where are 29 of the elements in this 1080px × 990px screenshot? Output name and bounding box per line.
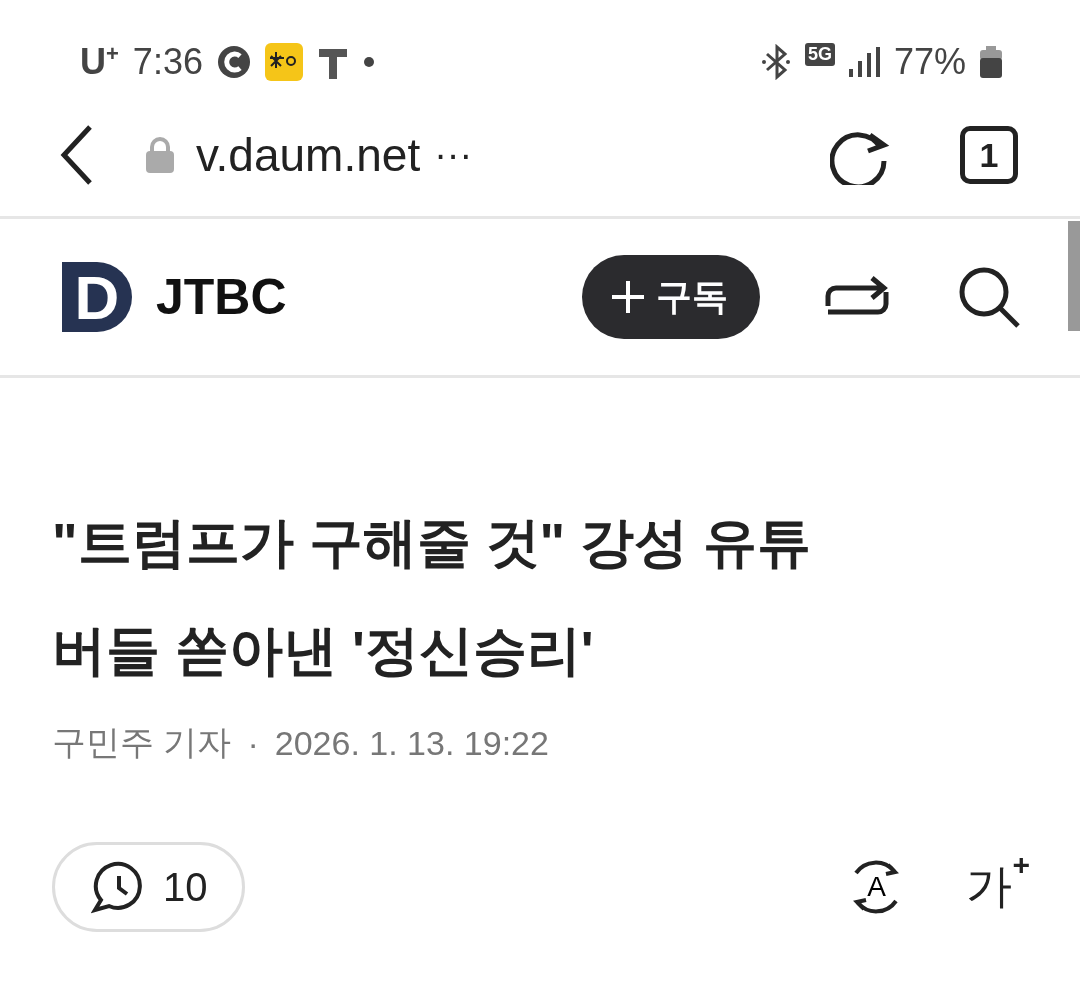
comment-button[interactable]: 10 <box>52 842 245 932</box>
back-icon[interactable] <box>58 123 94 187</box>
comment-clock-icon <box>91 860 145 914</box>
signal-icon <box>848 47 880 77</box>
clock-time: 7:36 <box>132 41 203 83</box>
site-logo[interactable]: D <box>62 262 132 332</box>
more-text[interactable]: ··· <box>434 133 473 177</box>
battery-percent: 77% <box>893 41 966 83</box>
bluetooth-icon <box>760 44 791 80</box>
subscribe-button[interactable]: 구독 <box>582 255 760 339</box>
separator-dot: · <box>247 723 259 763</box>
lock-icon <box>144 137 176 173</box>
network-type-label: 5G <box>804 42 835 66</box>
url-text[interactable]: v.daum.net <box>196 128 421 182</box>
bank-app-icon <box>264 43 303 81</box>
headline-line: "트럼프가 구해줄 것" 강성 유튜 <box>52 511 813 574</box>
app-badge-icon <box>216 45 251 79</box>
publish-date: 2026. 1. 13. 19:22 <box>274 723 549 763</box>
carrier-label: U$^{+}$ <box>80 41 119 83</box>
plus-icon <box>612 281 644 313</box>
author-name[interactable]: 구민주 기자 <box>52 720 232 766</box>
notification-dot-icon <box>362 56 375 68</box>
headline-line: 버들 쏟아낸 '정신승리' <box>52 619 595 682</box>
battery-icon <box>980 46 1002 78</box>
scrollbar[interactable] <box>1068 221 1080 331</box>
font-size-button[interactable]: 가+ <box>966 856 1030 918</box>
tab-count-button[interactable]: 1 <box>960 126 1018 184</box>
translate-button[interactable]: A <box>846 857 907 917</box>
site-name[interactable]: JTBC <box>156 268 287 326</box>
